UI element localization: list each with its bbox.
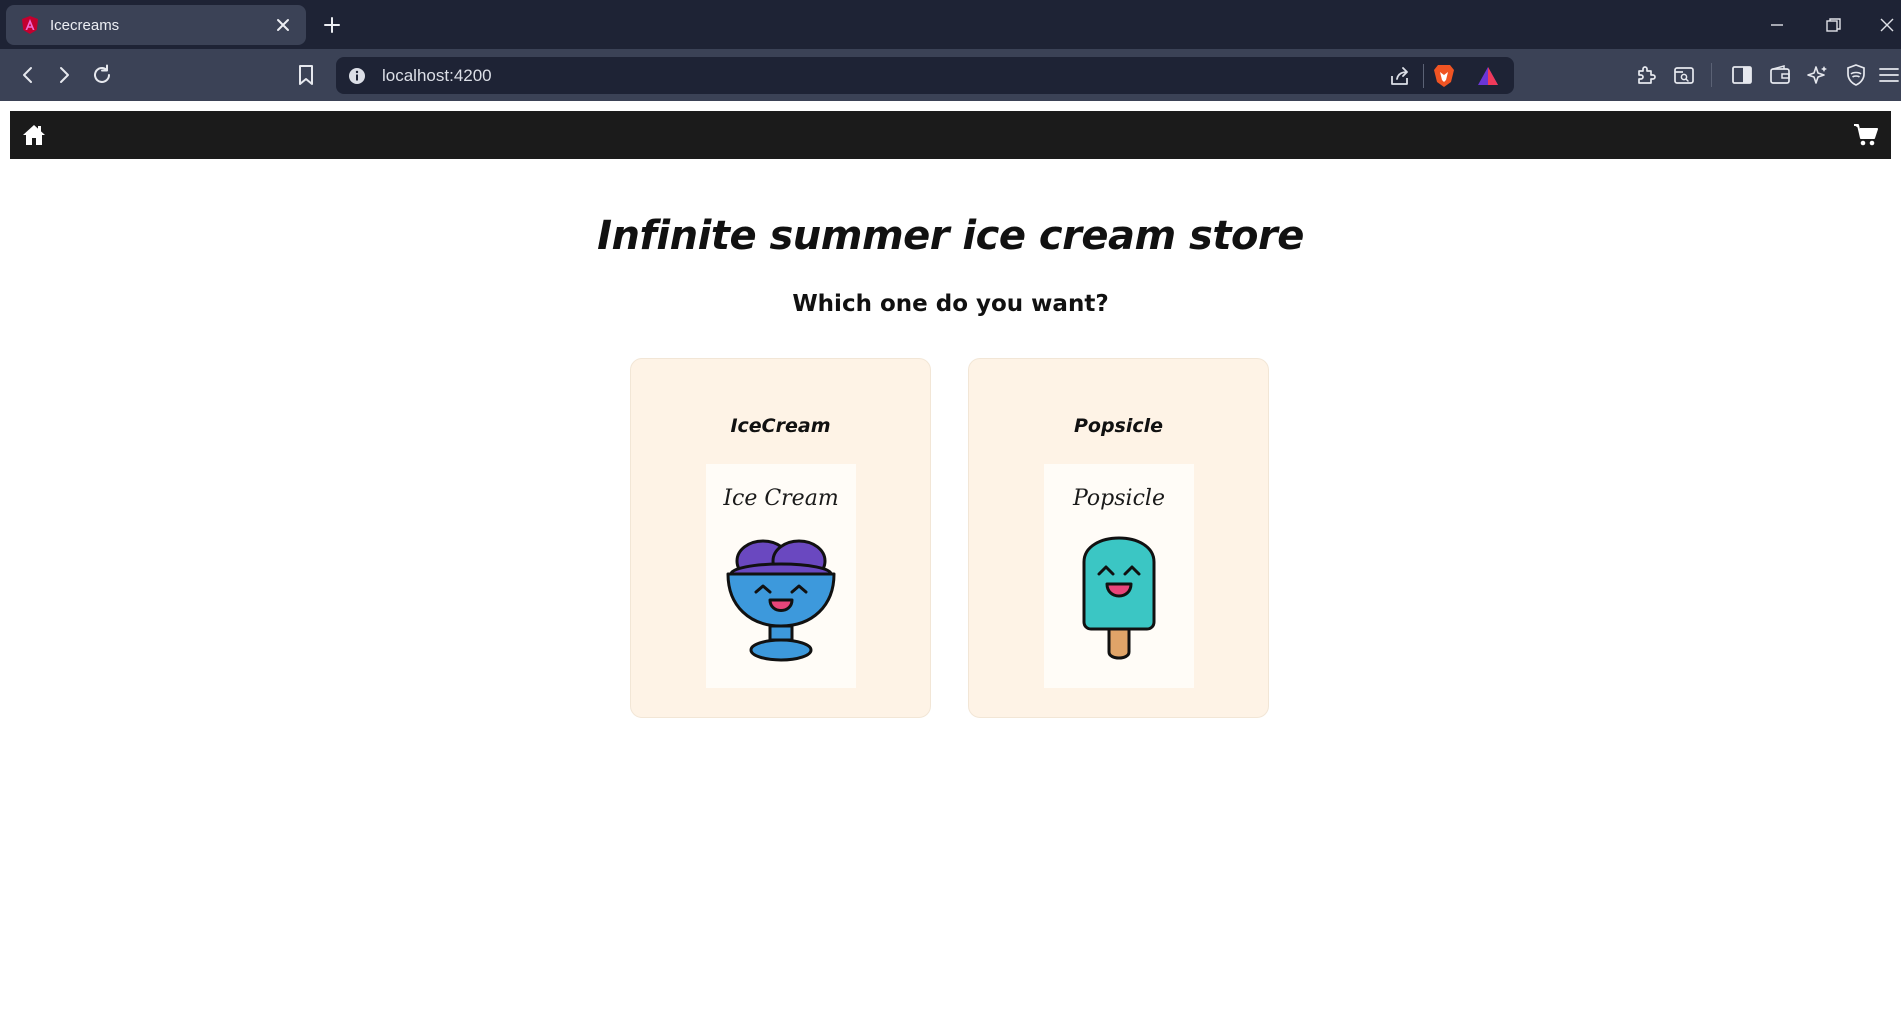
new-tab-icon[interactable] [322,15,342,35]
top-navbar [10,111,1891,159]
bookmark-icon[interactable] [294,63,318,87]
sidebar-icon[interactable] [1730,63,1754,87]
shopping-cart-icon[interactable] [1853,123,1879,147]
restore-window-icon[interactable] [1822,14,1844,36]
close-window-icon[interactable] [1876,14,1898,36]
menu-icon[interactable] [1877,63,1901,87]
wallet-icon[interactable] [1768,63,1792,87]
brave-shields-icon[interactable] [1432,63,1456,89]
product-image[interactable]: Ice Cream [706,464,856,688]
address-bar[interactable]: localhost:4200 [336,57,1514,94]
image-caption: Ice Cream [723,486,839,511]
product-image[interactable]: Popsicle [1044,464,1194,688]
reload-icon[interactable] [90,63,114,87]
tab-search-icon[interactable] [1672,63,1696,87]
popsicle-icon [1082,536,1156,660]
browser-tab[interactable]: Icecreams [6,5,306,45]
home-icon[interactable] [22,123,46,147]
separator [1711,63,1712,87]
tab-title: Icecreams [50,16,120,34]
product-card-icecream[interactable]: IceCream Ice Cream [630,358,931,718]
browser-tab-bar: Icecreams [0,0,1901,49]
extensions-icon[interactable] [1634,63,1658,87]
page-title: Infinite summer ice cream store [597,213,1304,259]
minimize-window-icon[interactable] [1766,14,1788,36]
angular-favicon-icon [22,16,38,34]
separator [1423,64,1424,88]
page-viewport: Infinite summer ice cream store Which on… [0,101,1901,1021]
ice-cream-bowl-icon [726,539,836,662]
leo-ai-icon[interactable] [1806,63,1830,87]
close-tab-icon[interactable] [274,16,292,34]
product-title: Popsicle [1073,415,1164,437]
forward-arrow-icon[interactable] [52,63,76,87]
page-subtitle: Which one do you want? [792,291,1109,317]
brave-rewards-icon[interactable] [1476,65,1500,87]
product-title: IceCream [730,415,831,437]
site-info-icon[interactable] [348,67,366,85]
share-icon[interactable] [1388,64,1412,88]
vpn-shield-icon[interactable] [1844,63,1868,87]
browser-toolbar: localhost:4200 [0,49,1901,101]
image-caption: Popsicle [1073,486,1165,511]
url-text: localhost:4200 [382,66,492,85]
product-card-popsicle[interactable]: Popsicle Popsicle [968,358,1269,718]
back-arrow-icon[interactable] [16,63,40,87]
